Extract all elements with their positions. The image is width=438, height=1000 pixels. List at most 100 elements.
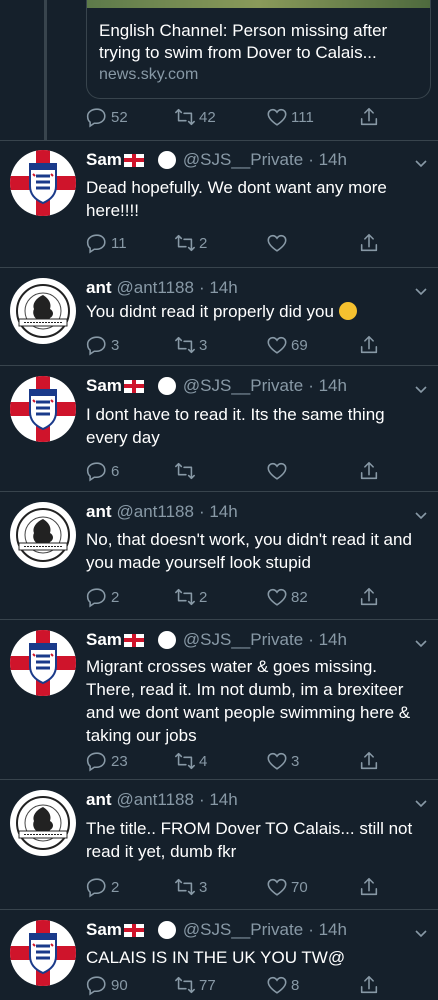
tweet-text-content: Migrant crosses water & goes missing. Th… bbox=[86, 657, 411, 745]
reply-button[interactable]: 2 bbox=[86, 586, 119, 608]
chevron-down-icon[interactable] bbox=[414, 285, 428, 299]
like-button[interactable]: 3 bbox=[266, 750, 299, 772]
chevron-down-icon[interactable] bbox=[414, 509, 428, 523]
tweet-text: No, that doesn't work, you didn't read i… bbox=[86, 528, 421, 574]
avatar[interactable] bbox=[10, 278, 76, 344]
retweet-count: 3 bbox=[199, 336, 208, 354]
timestamp[interactable]: · 14h bbox=[308, 150, 347, 170]
like-button[interactable]: 70 bbox=[266, 876, 308, 898]
user-handle[interactable]: @SJS__Private bbox=[183, 920, 303, 940]
tweet-text: Migrant crosses water & goes missing. Th… bbox=[86, 655, 421, 747]
tweet[interactable]: Sam @SJS__Private · 14h Dead hopefully. We … bbox=[0, 140, 438, 268]
avatar[interactable] bbox=[10, 376, 76, 442]
like-button[interactable]: 8 bbox=[266, 974, 299, 996]
reply-button[interactable]: 3 bbox=[86, 334, 119, 356]
display-name[interactable]: Sam bbox=[86, 920, 122, 940]
share-icon bbox=[358, 750, 380, 772]
chevron-down-icon[interactable] bbox=[414, 637, 428, 651]
reply-count: 3 bbox=[111, 336, 120, 354]
user-handle[interactable]: @SJS__Private bbox=[183, 630, 303, 650]
retweet-button[interactable]: 2 bbox=[174, 586, 207, 608]
timestamp[interactable]: · 14h bbox=[199, 502, 238, 522]
share-button[interactable] bbox=[358, 460, 383, 482]
link-card-title: English Channel: Person missing after tr… bbox=[99, 21, 388, 62]
share-button[interactable] bbox=[358, 876, 383, 898]
top-tweet-actions: 52 42 111 bbox=[86, 106, 386, 130]
avatar[interactable] bbox=[10, 920, 76, 986]
share-icon bbox=[358, 586, 380, 608]
like-button[interactable]: 111 bbox=[266, 106, 314, 128]
retweet-button[interactable]: 4 bbox=[174, 750, 207, 772]
retweet-button[interactable] bbox=[174, 460, 199, 482]
tweet-text-content: Dead hopefully. We dont want any more he… bbox=[86, 178, 387, 220]
timestamp[interactable]: · 14h bbox=[308, 920, 347, 940]
england-flag-icon bbox=[123, 153, 144, 167]
retweet-button[interactable]: 77 bbox=[174, 974, 216, 996]
tweet[interactable]: ant @ant1188 · 14h No, that doesn't work, y… bbox=[0, 492, 438, 620]
tweet[interactable]: ant @ant1188 · 14h The title.. FROM Dover T… bbox=[0, 780, 438, 910]
share-button[interactable] bbox=[358, 750, 383, 772]
heart-icon bbox=[266, 460, 288, 482]
reply-icon bbox=[86, 876, 108, 898]
display-name[interactable]: ant bbox=[86, 502, 112, 522]
like-button[interactable] bbox=[266, 232, 291, 254]
reply-button[interactable]: 2 bbox=[86, 876, 119, 898]
timestamp[interactable]: · 14h bbox=[308, 630, 347, 650]
display-name[interactable]: Sam bbox=[86, 630, 122, 650]
chevron-down-icon[interactable] bbox=[414, 157, 428, 171]
share-button[interactable] bbox=[358, 334, 383, 356]
display-name[interactable]: Sam bbox=[86, 150, 122, 170]
tweet[interactable]: Sam @SJS__Private · 14h Migrant crosses wat… bbox=[0, 620, 438, 780]
avatar[interactable] bbox=[10, 502, 76, 568]
retweet-button[interactable]: 3 bbox=[174, 334, 207, 356]
like-button[interactable]: 69 bbox=[266, 334, 308, 356]
timestamp[interactable]: · 14h bbox=[308, 376, 347, 396]
retweet-button[interactable]: 3 bbox=[174, 876, 207, 898]
heart-icon bbox=[266, 232, 288, 254]
user-handle[interactable]: @ant1188 bbox=[117, 502, 194, 522]
link-card[interactable]: English Channel: Person missing after tr… bbox=[86, 0, 431, 99]
like-count: 70 bbox=[291, 878, 308, 896]
share-button[interactable] bbox=[358, 106, 383, 128]
display-name[interactable]: ant bbox=[86, 790, 112, 810]
avatar[interactable] bbox=[10, 150, 76, 216]
avatar[interactable] bbox=[10, 630, 76, 696]
like-count: 8 bbox=[291, 976, 300, 994]
tweet-actions: 3 3 69 bbox=[86, 334, 386, 358]
reply-button[interactable]: 23 bbox=[86, 750, 128, 772]
display-name[interactable]: Sam bbox=[86, 376, 122, 396]
timestamp[interactable]: · 14h bbox=[199, 278, 238, 298]
reply-button[interactable]: 52 bbox=[86, 106, 128, 128]
chevron-down-icon[interactable] bbox=[414, 797, 428, 811]
share-button[interactable] bbox=[358, 586, 383, 608]
user-handle[interactable]: @ant1188 bbox=[117, 278, 194, 298]
share-button[interactable] bbox=[358, 232, 383, 254]
reply-button[interactable]: 6 bbox=[86, 460, 119, 482]
avatar[interactable] bbox=[10, 790, 76, 856]
tweet[interactable]: Sam @SJS__Private · 14h I dont have to read… bbox=[0, 366, 438, 492]
tweet-text: CALAIS IS IN THE UK YOU TW@ bbox=[86, 946, 421, 969]
chevron-down-icon[interactable] bbox=[414, 927, 428, 941]
user-handle[interactable]: @SJS__Private bbox=[183, 376, 303, 396]
share-icon bbox=[358, 876, 380, 898]
chevron-down-icon[interactable] bbox=[414, 383, 428, 397]
user-handle[interactable]: @SJS__Private bbox=[183, 150, 303, 170]
tweet[interactable]: Sam @SJS__Private · 14h CALAIS IS IN THE UK… bbox=[0, 910, 438, 1000]
tweet[interactable]: ant @ant1188 · 14h You didnt read it proper… bbox=[0, 268, 438, 366]
like-button[interactable]: 82 bbox=[266, 586, 308, 608]
share-button[interactable] bbox=[358, 974, 383, 996]
display-name[interactable]: ant bbox=[86, 278, 112, 298]
timestamp[interactable]: · 14h bbox=[199, 790, 238, 810]
tweet-text-content: You didnt read it properly did you bbox=[86, 302, 334, 321]
reply-button[interactable]: 11 bbox=[86, 232, 127, 254]
user-handle[interactable]: @ant1188 bbox=[117, 790, 194, 810]
reply-count: 2 bbox=[111, 588, 120, 606]
england-flag-icon bbox=[123, 633, 144, 647]
heart-icon bbox=[266, 106, 288, 128]
heart-icon bbox=[266, 974, 288, 996]
retweet-button[interactable]: 42 bbox=[174, 106, 216, 128]
link-card-image bbox=[87, 0, 430, 8]
reply-button[interactable]: 90 bbox=[86, 974, 128, 996]
like-button[interactable] bbox=[266, 460, 291, 482]
retweet-button[interactable]: 2 bbox=[174, 232, 207, 254]
